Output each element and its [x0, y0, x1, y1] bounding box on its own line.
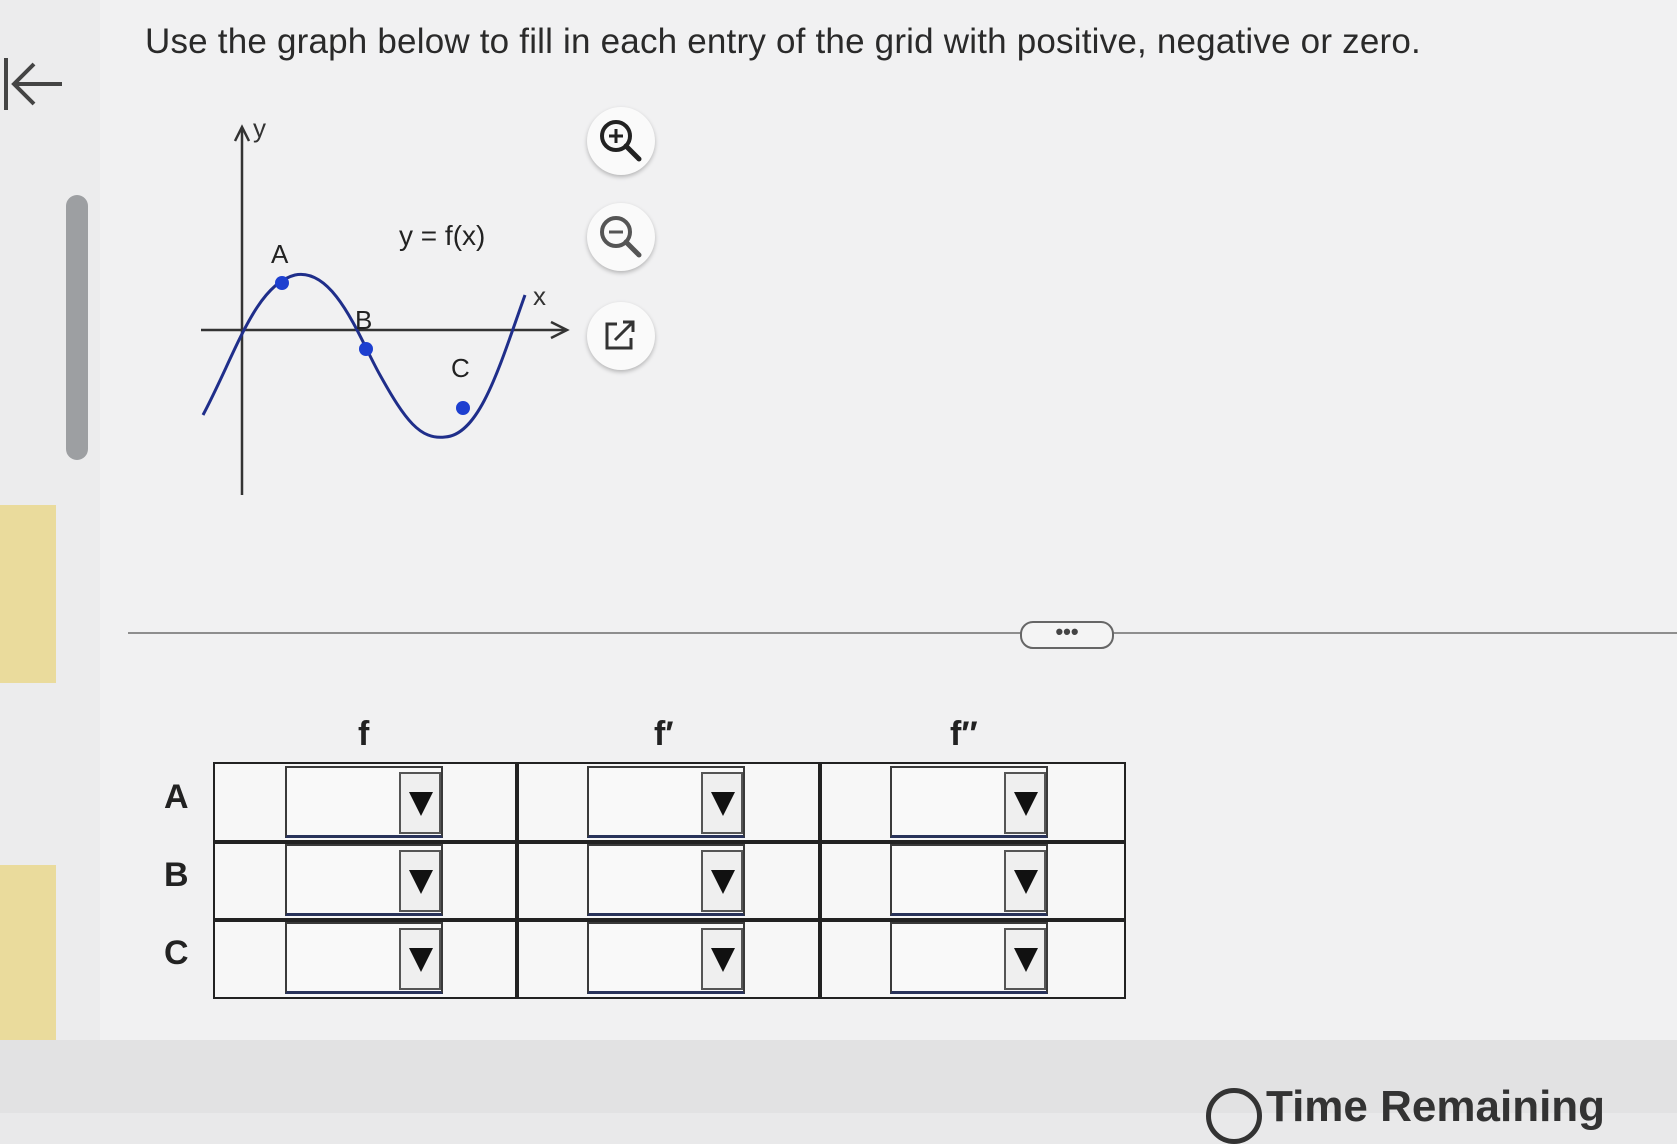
dropdown-arrow-icon[interactable]	[1004, 928, 1046, 990]
dropdown-c-f-prime[interactable]	[587, 922, 745, 994]
expand-more-button[interactable]: •••	[1020, 621, 1114, 649]
dropdown-arrow-icon[interactable]	[399, 772, 441, 834]
section-divider	[128, 632, 1677, 634]
function-graph: y x y = f(x) A B C	[201, 115, 570, 495]
row-header-b: B	[164, 856, 189, 894]
point-b	[359, 342, 373, 356]
clock-icon	[1206, 1088, 1262, 1144]
zoom-out-button[interactable]	[587, 203, 655, 271]
zoom-in-button[interactable]	[587, 107, 655, 175]
dropdown-arrow-icon[interactable]	[701, 850, 743, 912]
answer-grid	[213, 762, 1126, 999]
dropdown-arrow-icon[interactable]	[399, 928, 441, 990]
row-header-a: A	[164, 778, 189, 816]
point-b-label: B	[355, 305, 372, 335]
dropdown-arrow-icon[interactable]	[1004, 772, 1046, 834]
dropdown-b-f[interactable]	[285, 844, 443, 916]
dropdown-b-f-double-prime[interactable]	[890, 844, 1048, 916]
dropdown-a-f[interactable]	[285, 766, 443, 838]
point-a-label: A	[271, 239, 289, 269]
dropdown-a-f-prime[interactable]	[587, 766, 745, 838]
column-header-f-double-prime: f′′	[950, 715, 978, 753]
dropdown-arrow-icon[interactable]	[701, 928, 743, 990]
dropdown-c-f-double-prime[interactable]	[890, 922, 1048, 994]
question-instructions: Use the graph below to fill in each entr…	[145, 22, 1421, 61]
point-a	[275, 276, 289, 290]
external-link-icon	[605, 320, 635, 350]
dropdown-arrow-icon[interactable]	[701, 772, 743, 834]
point-c	[456, 401, 470, 415]
back-arrow-icon[interactable]	[0, 52, 70, 122]
column-header-f-prime: f′	[654, 715, 674, 753]
highlight-strip	[0, 505, 56, 683]
open-in-new-window-button[interactable]	[587, 302, 655, 370]
function-label: y = f(x)	[399, 220, 485, 251]
dropdown-b-f-prime[interactable]	[587, 844, 745, 916]
grid-divider	[515, 764, 519, 997]
x-axis-label: x	[533, 281, 546, 311]
row-header-c: C	[164, 934, 189, 972]
scrollbar[interactable]	[66, 195, 88, 460]
point-c-label: C	[451, 353, 470, 383]
column-header-f: f	[358, 715, 370, 753]
highlight-strip	[0, 865, 56, 1040]
zoom-in-icon	[600, 120, 642, 162]
y-axis-label: y	[253, 115, 266, 143]
function-curve	[201, 273, 527, 439]
grid-divider	[818, 764, 822, 997]
time-remaining-label: Time Remaining	[1266, 1082, 1606, 1131]
dropdown-arrow-icon[interactable]	[1004, 850, 1046, 912]
zoom-out-icon	[600, 216, 642, 258]
dropdown-arrow-icon[interactable]	[399, 850, 441, 912]
dropdown-c-f[interactable]	[285, 922, 443, 994]
dropdown-a-f-double-prime[interactable]	[890, 766, 1048, 838]
